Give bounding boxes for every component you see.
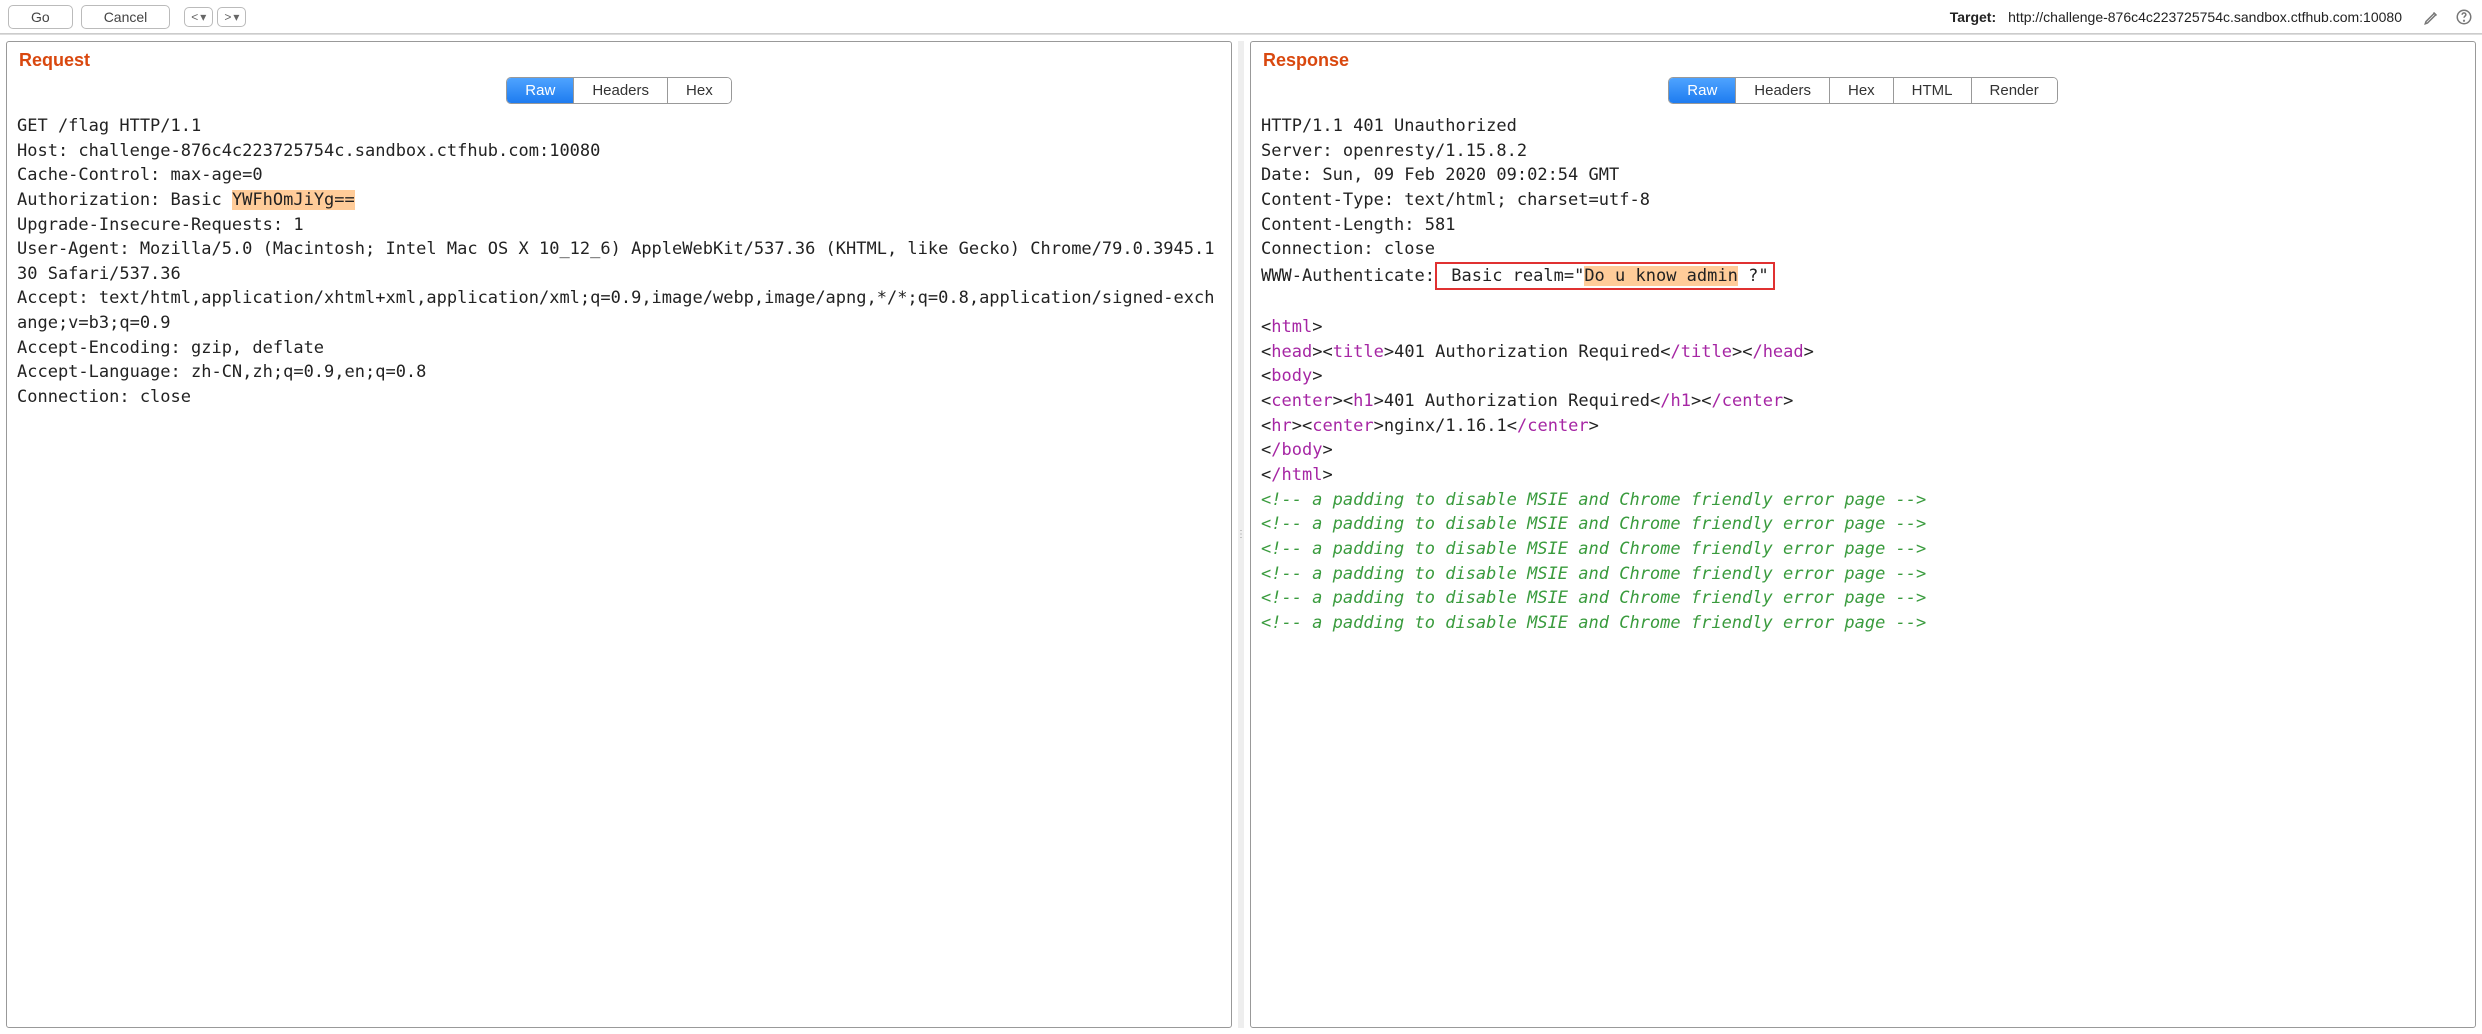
resp-title-text: 401 Authorization Required (1394, 342, 1660, 362)
main-split: Request Raw Headers Hex GET /flag HTTP/1… (0, 34, 2482, 1034)
resp-line: Connection: close (1261, 239, 1435, 259)
cancel-button[interactable]: Cancel (81, 5, 171, 29)
request-pane: Request Raw Headers Hex GET /flag HTTP/1… (6, 41, 1232, 1028)
req-line: Authorization: Basic (17, 190, 232, 210)
response-tabs: Raw Headers Hex HTML Render (1251, 77, 2475, 108)
resp-comment: <!-- a padding to disable MSIE and Chrom… (1261, 539, 1926, 559)
req-line: Accept-Encoding: gzip, deflate (17, 338, 324, 358)
resp-line: Content-Type: text/html; charset=utf-8 (1261, 190, 1650, 210)
resp-h1-text: 401 Authorization Required (1384, 391, 1650, 411)
go-button[interactable]: Go (8, 5, 73, 29)
auth-token-highlight: YWFhOmJiYg== (232, 190, 355, 210)
dropdown-icon: ▾ (200, 10, 206, 24)
nav-group: <▾ >▾ (184, 7, 246, 27)
help-icon[interactable] (2454, 7, 2474, 27)
resp-comment: <!-- a padding to disable MSIE and Chrom… (1261, 588, 1926, 608)
resp-nginx-text: nginx/1.16.1 (1384, 416, 1507, 436)
tab-html[interactable]: HTML (1894, 78, 1972, 103)
tab-hex[interactable]: Hex (1830, 78, 1894, 103)
resp-line: Content-Length: 581 (1261, 215, 1455, 235)
target-url: http://challenge-876c4c223725754c.sandbo… (2008, 9, 2402, 25)
toolbar: Go Cancel <▾ >▾ Target: http://challenge… (0, 0, 2482, 34)
resp-comment: <!-- a padding to disable MSIE and Chrom… (1261, 514, 1926, 534)
dropdown-icon: ▾ (233, 10, 239, 24)
req-line: Cache-Control: max-age=0 (17, 165, 263, 185)
resp-comment: <!-- a padding to disable MSIE and Chrom… (1261, 490, 1926, 510)
resp-comment: <!-- a padding to disable MSIE and Chrom… (1261, 613, 1926, 633)
req-line: Accept: text/html,application/xhtml+xml,… (17, 288, 1214, 333)
req-line: Upgrade-Insecure-Requests: 1 (17, 215, 304, 235)
target-label: Target: (1950, 9, 1996, 25)
resp-line: WWW-Authenticate: (1261, 266, 1435, 286)
tab-hex[interactable]: Hex (668, 78, 731, 103)
req-line: Connection: close (17, 387, 191, 407)
response-pane: Response Raw Headers Hex HTML Render HTT… (1250, 41, 2476, 1028)
response-title: Response (1251, 42, 2475, 77)
req-line: Accept-Language: zh-CN,zh;q=0.9,en;q=0.8 (17, 362, 426, 382)
resp-line: Server: openresty/1.15.8.2 (1261, 141, 1527, 161)
resp-line: Date: Sun, 09 Feb 2020 09:02:54 GMT (1261, 165, 1619, 185)
req-line: GET /flag HTTP/1.1 (17, 116, 201, 136)
resp-line: HTTP/1.1 401 Unauthorized (1261, 116, 1517, 136)
resp-comment: <!-- a padding to disable MSIE and Chrom… (1261, 564, 1926, 584)
chevron-right-icon: > (224, 10, 231, 24)
chevron-left-icon: < (191, 10, 198, 24)
request-content[interactable]: GET /flag HTTP/1.1 Host: challenge-876c4… (7, 108, 1231, 1027)
tab-render[interactable]: Render (1972, 78, 2057, 103)
request-tabs: Raw Headers Hex (7, 77, 1231, 108)
edit-icon[interactable] (2422, 7, 2442, 27)
req-line: Host: challenge-876c4c223725754c.sandbox… (17, 141, 600, 161)
split-divider[interactable]: ⋮ (1238, 41, 1244, 1028)
tab-raw[interactable]: Raw (1669, 78, 1736, 103)
realm-highlight: Do u know admin (1584, 266, 1738, 286)
tab-headers[interactable]: Headers (574, 78, 668, 103)
request-title: Request (7, 42, 1231, 77)
response-content[interactable]: HTTP/1.1 401 Unauthorized Server: openre… (1251, 108, 2475, 1027)
next-button[interactable]: >▾ (217, 7, 246, 27)
tab-raw[interactable]: Raw (507, 78, 574, 103)
realm-highlight-box: Basic realm="Do u know admin ?" (1435, 262, 1775, 291)
req-line: User-Agent: Mozilla/5.0 (Macintosh; Inte… (17, 239, 1214, 284)
prev-button[interactable]: <▾ (184, 7, 213, 27)
tab-headers[interactable]: Headers (1736, 78, 1830, 103)
